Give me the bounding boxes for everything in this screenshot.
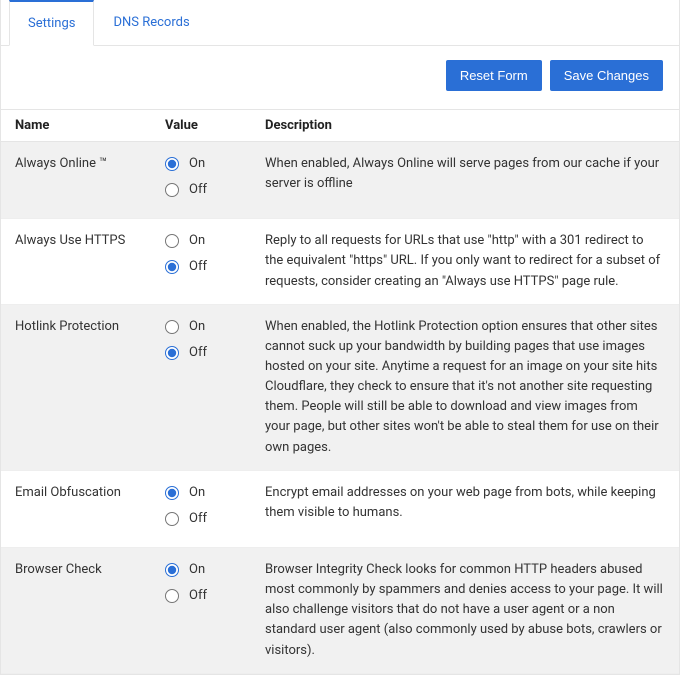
table-row: Browser Check On Off Browser Integrity Chec… — [1, 547, 679, 673]
browser-check-off-radio[interactable] — [165, 589, 179, 603]
hotlink-protection-on-option[interactable]: On — [165, 317, 237, 337]
browser-check-off-option[interactable]: Off — [165, 586, 237, 606]
hotlink-protection-off-radio[interactable] — [165, 346, 179, 360]
reset-form-button[interactable]: Reset Form — [446, 60, 542, 91]
settings-panel: Settings DNS Records Reset Form Save Cha… — [0, 0, 680, 675]
radio-label: On — [189, 231, 205, 251]
setting-value: On Off — [151, 142, 251, 219]
radio-label: Off — [189, 586, 207, 606]
email-obfuscation-off-radio[interactable] — [165, 512, 179, 526]
setting-name: Browser Check — [1, 547, 151, 673]
tab-dns-records[interactable]: DNS Records — [94, 0, 208, 45]
setting-value: On Off — [151, 547, 251, 673]
setting-description: When enabled, Always Online will serve p… — [251, 142, 679, 219]
setting-name: Hotlink Protection — [1, 304, 151, 470]
always-use-https-off-option[interactable]: Off — [165, 257, 237, 277]
radio-label: Off — [189, 509, 207, 529]
save-changes-button[interactable]: Save Changes — [550, 60, 663, 91]
setting-description: Browser Integrity Check looks for common… — [251, 547, 679, 673]
setting-value: On Off — [151, 219, 251, 304]
email-obfuscation-off-option[interactable]: Off — [165, 509, 237, 529]
always-use-https-on-radio[interactable] — [165, 234, 179, 248]
setting-description: Reply to all requests for URLs that use … — [251, 219, 679, 304]
hotlink-protection-off-option[interactable]: Off — [165, 343, 237, 363]
setting-name: Always Online ™ — [1, 142, 151, 219]
settings-table: Name Value Description Always Online ™On… — [1, 109, 679, 674]
table-row: Hotlink Protection On Off When enabled, the… — [1, 304, 679, 470]
always-online-on-option[interactable]: On — [165, 154, 237, 174]
radio-label: On — [189, 483, 205, 503]
hotlink-protection-on-radio[interactable] — [165, 320, 179, 334]
browser-check-on-radio[interactable] — [165, 563, 179, 577]
always-use-https-off-radio[interactable] — [165, 260, 179, 274]
browser-check-on-option[interactable]: On — [165, 560, 237, 580]
radio-label: Off — [189, 257, 207, 277]
tab-settings[interactable]: Settings — [9, 0, 94, 46]
setting-value: On Off — [151, 304, 251, 470]
radio-label: On — [189, 317, 205, 337]
radio-label: Off — [189, 180, 207, 200]
table-row: Email Obfuscation On Off Encrypt email addr… — [1, 470, 679, 547]
radio-label: Off — [189, 343, 207, 363]
column-header-description: Description — [251, 110, 679, 142]
email-obfuscation-on-radio[interactable] — [165, 486, 179, 500]
setting-value: On Off — [151, 470, 251, 547]
table-row: Always Online ™ On Off When enabled, Always… — [1, 142, 679, 219]
email-obfuscation-on-option[interactable]: On — [165, 483, 237, 503]
setting-name: Email Obfuscation — [1, 470, 151, 547]
column-header-name: Name — [1, 110, 151, 142]
table-row: Always Use HTTPS On Off Reply to all reques… — [1, 219, 679, 304]
radio-label: On — [189, 560, 205, 580]
always-online-off-option[interactable]: Off — [165, 180, 237, 200]
column-header-value: Value — [151, 110, 251, 142]
radio-label: On — [189, 154, 205, 174]
tab-bar: Settings DNS Records — [1, 0, 679, 46]
setting-name: Always Use HTTPS — [1, 219, 151, 304]
form-actions: Reset Form Save Changes — [1, 46, 679, 109]
always-online-on-radio[interactable] — [165, 157, 179, 171]
always-use-https-on-option[interactable]: On — [165, 231, 237, 251]
setting-description: Encrypt email addresses on your web page… — [251, 470, 679, 547]
setting-description: When enabled, the Hotlink Protection opt… — [251, 304, 679, 470]
always-online-off-radio[interactable] — [165, 183, 179, 197]
